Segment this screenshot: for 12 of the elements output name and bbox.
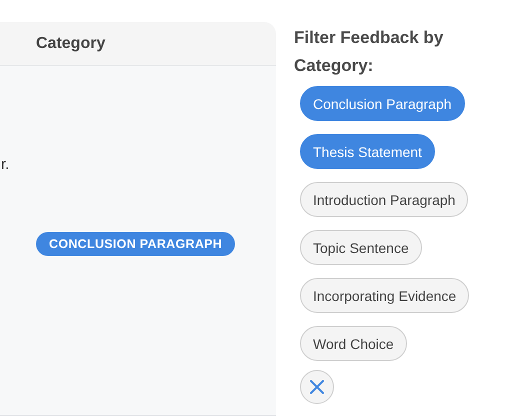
filter-chip[interactable]: Introduction Paragraph: [300, 182, 468, 217]
clear-filter-button[interactable]: [300, 370, 334, 404]
column-header: Category: [36, 34, 106, 52]
feedback-text: r.: [1, 156, 10, 175]
filter-chip[interactable]: Conclusion Paragraph: [300, 86, 465, 121]
filter-chip[interactable]: Topic Sentence: [300, 230, 422, 265]
filter-chip[interactable]: Word Choice: [300, 326, 407, 361]
close-icon: [310, 380, 324, 394]
filter-title: Filter Feedback by Category:: [294, 27, 444, 77]
category-tag: CONCLUSION PARAGRAPH: [36, 232, 236, 256]
filter-chip[interactable]: Thesis Statement: [300, 134, 435, 169]
filter-chip[interactable]: Incorporating Evidence: [300, 278, 470, 313]
